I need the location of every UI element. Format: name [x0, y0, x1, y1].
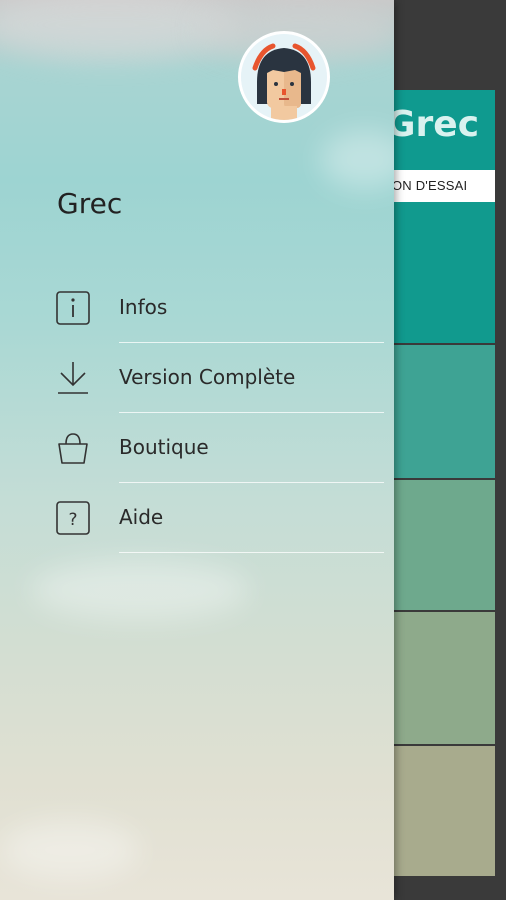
menu-divider — [119, 552, 384, 553]
download-icon — [55, 360, 91, 396]
menu-item-label: Aide — [119, 505, 164, 529]
menu-item-label: Boutique — [119, 435, 209, 459]
girl-avatar-icon[interactable] — [238, 31, 330, 123]
menu-item-label: Version Complète — [119, 365, 296, 389]
navigation-drawer: Grec Infos Version Complète Boutique ? A… — [0, 0, 394, 900]
menu-item-full-version[interactable]: Version Complète — [0, 343, 394, 413]
help-icon: ? — [55, 500, 91, 536]
svg-text:?: ? — [68, 510, 77, 530]
trial-banner-label: ON D'ESSAI — [392, 178, 468, 193]
menu-item-label: Infos — [119, 295, 168, 319]
drawer-title: Grec — [57, 187, 123, 220]
app-title: Grec — [386, 104, 480, 145]
menu-item-shop[interactable]: Boutique — [0, 413, 394, 483]
menu-item-help[interactable]: ? Aide — [0, 483, 394, 553]
info-icon — [55, 290, 91, 326]
shopping-bag-icon — [55, 430, 91, 466]
menu-item-infos[interactable]: Infos — [0, 273, 394, 343]
